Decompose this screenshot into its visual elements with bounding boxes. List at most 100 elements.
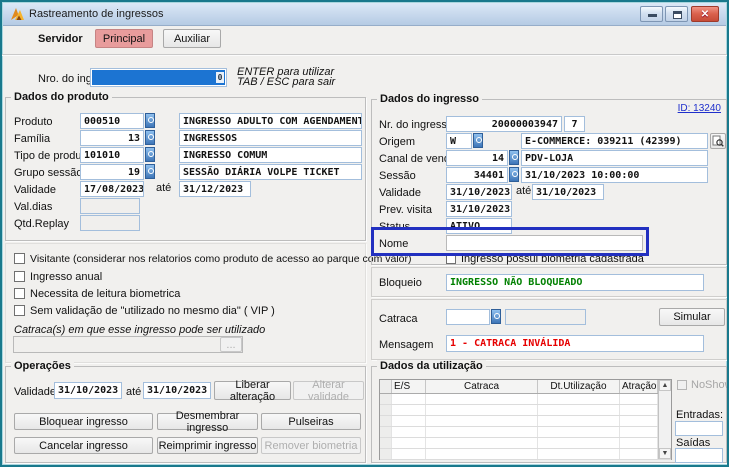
ticket-validade-ate-field[interactable]: 31/10/2023 xyxy=(532,184,604,200)
maximize-button[interactable] xyxy=(665,6,688,22)
scroll-down-icon[interactable]: ▼ xyxy=(659,448,671,459)
grupo-sessao-code-field[interactable]: 19 xyxy=(80,164,144,180)
canal-venda-desc-field: PDV-LOJA xyxy=(521,150,708,166)
sessao-label: Sessão xyxy=(379,170,416,182)
catracas-browse-button[interactable]: ... xyxy=(220,337,242,352)
operacoes-group-title: Operações xyxy=(11,360,74,372)
ingresso-anual-checkbox[interactable] xyxy=(14,271,25,282)
table-header-row: E/S Catraca Dt.Utilização Atração xyxy=(380,380,671,394)
table-row xyxy=(380,405,671,416)
col-catraca: Catraca xyxy=(426,380,538,393)
minimize-icon xyxy=(648,14,657,17)
table-row xyxy=(380,394,671,405)
scroll-up-icon[interactable]: ▲ xyxy=(659,380,671,391)
product-validade-ate-field[interactable]: 31/12/2023 xyxy=(179,181,251,197)
op-validade-ate-field[interactable]: 31/10/2023 xyxy=(143,382,211,399)
product-group-title: Dados do produto xyxy=(11,91,112,103)
title-bar: Rastreamento de ingressos ✕ xyxy=(3,3,726,26)
ticket-group-title: Dados do ingresso xyxy=(377,93,482,105)
catracas-permitidas-label: Catraca(s) em que esse ingresso pode ser… xyxy=(14,324,265,336)
app-window: Rastreamento de ingressos ✕ Servidor Pri… xyxy=(0,0,729,467)
produto-desc-field: INGRESSO ADULTO COM AGENDAMENTO xyxy=(179,113,362,129)
app-icon xyxy=(10,7,25,22)
sessao-code-field[interactable]: 34401 xyxy=(446,167,508,183)
ticket-validade-label: Validade xyxy=(379,187,421,199)
catraca-code-field[interactable] xyxy=(446,309,490,325)
op-validade-de-field[interactable]: 31/10/2023 xyxy=(54,382,122,399)
prev-visita-field[interactable]: 31/10/2023 xyxy=(446,201,512,217)
noshow-checkbox[interactable] xyxy=(677,380,687,390)
table-row xyxy=(380,416,671,427)
tipo-produto-desc-field: INGRESSO COMUM xyxy=(179,147,362,163)
server-auxiliar-button[interactable]: Auxiliar xyxy=(163,29,221,48)
nr-ingresso-suffix-field[interactable]: 7 xyxy=(564,116,585,132)
familia-code-field[interactable]: 13 xyxy=(80,130,144,146)
grupo-sessao-lookup-icon[interactable] xyxy=(145,164,155,179)
visitante-checkbox[interactable] xyxy=(14,253,25,264)
entradas-field xyxy=(675,421,723,436)
product-validade-de-field[interactable]: 17/08/2023 xyxy=(80,181,144,197)
selection-highlight: 0 xyxy=(92,70,225,85)
operacoes-groupbox: Operações Validade 31/10/2023 até 31/10/… xyxy=(5,366,366,463)
visitante-checkbox-label: Visitante (considerar nos relatorios com… xyxy=(30,253,412,265)
mensagem-field: 1 - CATRACA INVÁLIDA xyxy=(446,335,704,352)
catraca-label: Catraca xyxy=(379,313,418,325)
close-button[interactable]: ✕ xyxy=(691,6,719,22)
product-validade-label: Validade xyxy=(14,184,56,196)
nr-ingresso-label: Nr. do ingresso xyxy=(379,119,453,131)
familia-lookup-icon[interactable] xyxy=(145,130,155,145)
ticket-id-link[interactable]: ID: 13240 xyxy=(678,103,721,114)
reimprimir-ingresso-button[interactable]: Reimprimir ingresso xyxy=(157,437,258,454)
hint-tab-esc: TAB / ESC para sair xyxy=(237,76,335,88)
familia-label: Família xyxy=(14,133,50,145)
familia-desc-field: INGRESSOS xyxy=(179,130,362,146)
canal-venda-label: Canal de venda xyxy=(379,153,456,165)
ticket-validade-de-field[interactable]: 31/10/2023 xyxy=(446,184,512,200)
close-icon: ✕ xyxy=(692,8,718,21)
ticket-number-input[interactable]: 0 xyxy=(90,68,227,87)
alterar-validade-button[interactable]: Alterar validade xyxy=(293,381,364,400)
catraca-lookup-icon[interactable] xyxy=(491,309,501,324)
canal-venda-lookup-icon[interactable] xyxy=(509,150,519,165)
origem-code-field[interactable]: W xyxy=(446,133,472,149)
origem-lookup-icon[interactable] xyxy=(473,133,483,148)
cancelar-ingresso-button[interactable]: Cancelar ingresso xyxy=(14,437,153,454)
origem-detail-button[interactable] xyxy=(710,133,726,149)
desmembrar-ingresso-button[interactable]: Desmembrar ingresso xyxy=(157,413,258,430)
saidas-field xyxy=(675,448,723,463)
op-validade-label: Validade xyxy=(14,386,56,398)
vip-checkbox[interactable] xyxy=(14,305,25,316)
table-scrollbar[interactable]: ▲ ▼ xyxy=(658,380,671,459)
bloquear-ingresso-button[interactable]: Bloquear ingresso xyxy=(14,413,153,430)
produto-lookup-icon[interactable] xyxy=(145,113,155,128)
mensagem-label: Mensagem xyxy=(379,339,433,351)
table-row xyxy=(380,449,671,460)
tipo-produto-code-field[interactable]: 101010 xyxy=(80,147,144,163)
leitura-biometrica-checkbox-label: Necessita de leitura biometrica xyxy=(30,288,180,300)
col-dt-utilizacao: Dt.Utilização xyxy=(538,380,620,393)
sessao-lookup-icon[interactable] xyxy=(509,167,519,182)
server-label: Servidor xyxy=(38,33,83,45)
bloqueio-field: INGRESSO NÃO BLOQUEADO xyxy=(446,274,704,291)
utilizacao-groupbox: Dados da utilização E/S Catraca Dt.Utili… xyxy=(371,366,727,463)
val-dias-field[interactable] xyxy=(80,198,140,214)
nr-ingresso-field[interactable]: 20000003947 xyxy=(446,116,562,132)
qtd-replay-field[interactable] xyxy=(80,215,140,231)
liberar-alteracao-button[interactable]: Liberar alteração xyxy=(214,381,291,400)
vip-checkbox-label: Sem validação de "utilizado no mesmo dia… xyxy=(30,305,275,317)
grupo-sessao-desc-field: SESSÃO DIÁRIA VOLPE TICKET xyxy=(179,164,362,180)
col-selector xyxy=(380,380,392,393)
simular-button[interactable]: Simular xyxy=(659,308,725,326)
utilizacao-table[interactable]: E/S Catraca Dt.Utilização Atração ▲ ▼ xyxy=(379,379,672,460)
catracas-permitidas-field[interactable] xyxy=(13,336,243,353)
canal-venda-code-field[interactable]: 14 xyxy=(446,150,508,166)
tipo-produto-lookup-icon[interactable] xyxy=(145,147,155,162)
pulseiras-button[interactable]: Pulseiras xyxy=(261,413,361,430)
server-principal-button[interactable]: Principal xyxy=(95,29,153,48)
bloqueio-label: Bloqueio xyxy=(379,277,422,289)
produto-code-field[interactable]: 000510 xyxy=(80,113,144,129)
annotation-highlight-box xyxy=(371,227,649,256)
minimize-button[interactable] xyxy=(640,6,663,22)
leitura-biometrica-checkbox[interactable] xyxy=(14,288,25,299)
remover-biometria-button[interactable]: Remover biometria xyxy=(261,437,361,454)
